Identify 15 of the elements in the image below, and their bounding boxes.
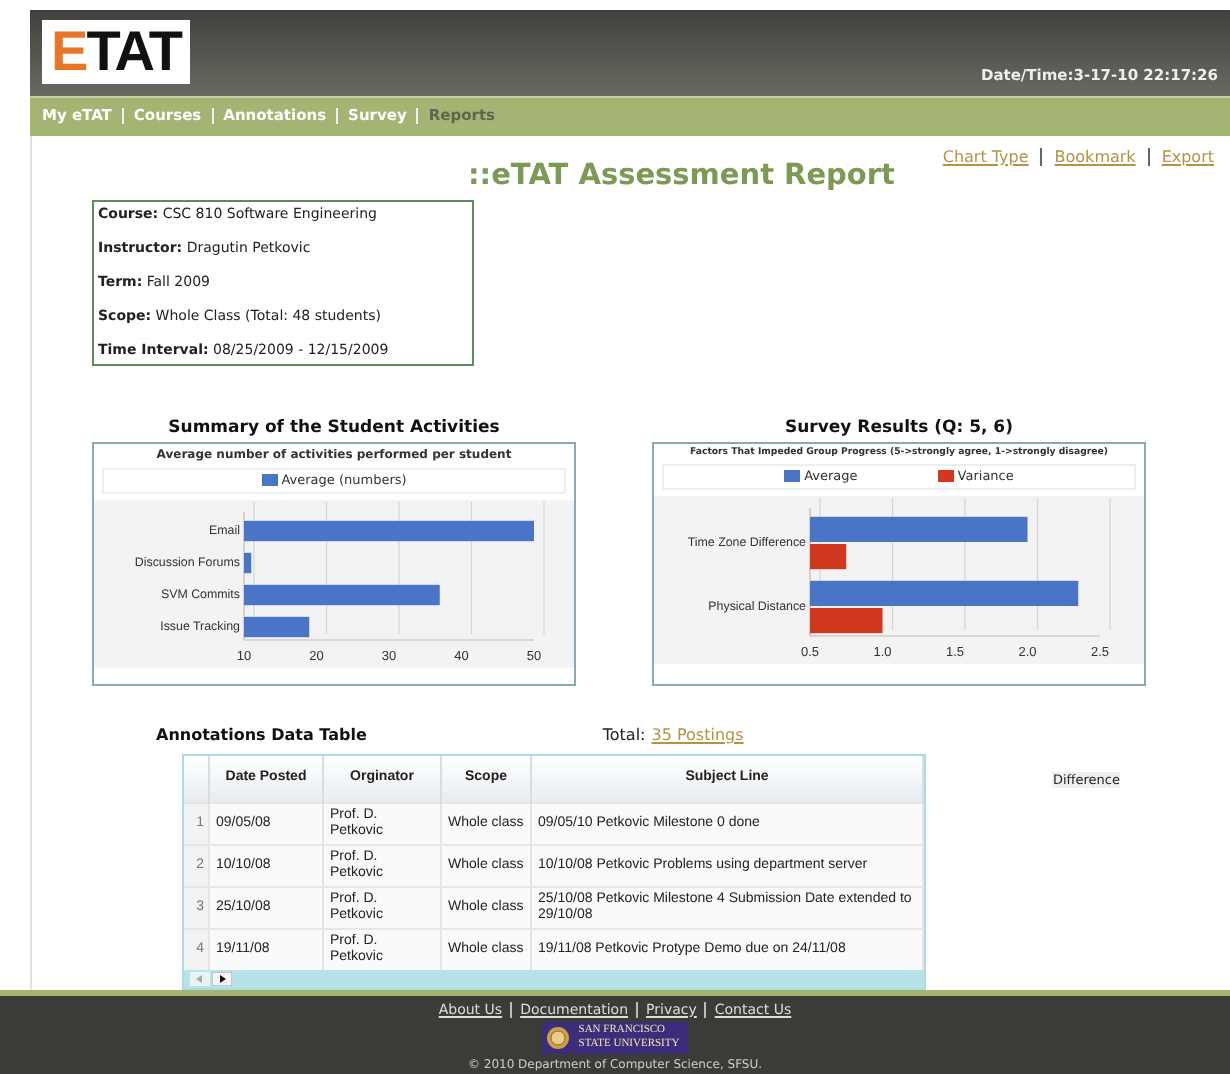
etat-logo: ETAT <box>42 20 190 84</box>
seal-icon <box>546 1025 571 1050</box>
action-link[interactable]: Chart Type <box>930 147 1043 166</box>
postings-link[interactable]: 35 Postings <box>651 725 744 744</box>
action-link[interactable]: Bookmark <box>1042 147 1150 166</box>
chart-heading: Survey Results (Q: 5, 6) <box>785 417 1013 438</box>
table-heading: Annotations Data Table <box>156 725 367 744</box>
total-label: Total: <box>602 725 646 744</box>
page-title: ::eTAT Assessment Report <box>468 159 895 192</box>
chart-heading: Summary of the Student Activities <box>168 417 500 438</box>
chart-bar <box>244 616 310 637</box>
action-link[interactable]: Export <box>1149 147 1214 166</box>
chart-bar <box>244 552 252 573</box>
right-arrow-icon[interactable] <box>212 971 232 986</box>
corner-header <box>184 755 209 803</box>
